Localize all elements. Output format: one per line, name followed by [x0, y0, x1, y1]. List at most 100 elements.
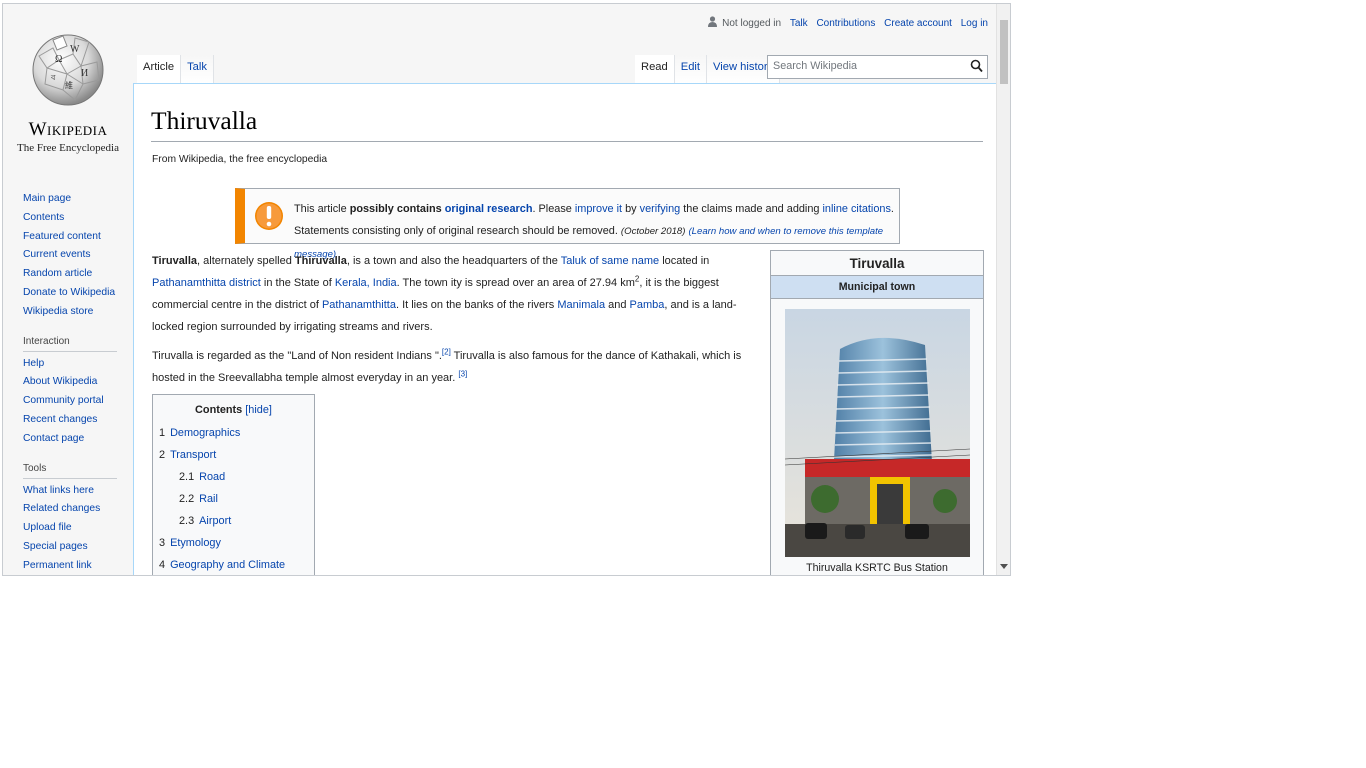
- notice-part: the claims made and adding: [680, 203, 823, 215]
- toc-item-rail[interactable]: 2.2 Rail: [159, 488, 308, 510]
- search-input[interactable]: Search Wikipedia: [767, 55, 988, 79]
- original-research-link[interactable]: original research: [445, 203, 533, 215]
- warning-icon: [255, 202, 283, 230]
- scrollbar-thumb[interactable]: [1000, 20, 1008, 84]
- sidebar-item-special-pages[interactable]: Special pages: [23, 538, 123, 557]
- paragraph-1: Tiruvalla, alternately spelled Thiruvall…: [152, 250, 764, 338]
- toc-number: 1: [159, 427, 166, 439]
- text-run: in the State of: [260, 277, 335, 289]
- personal-tools: Not logged in Talk Contributions Create …: [708, 16, 988, 29]
- toc-label: Geography and Climate: [170, 559, 286, 571]
- original-research-notice: This article possibly contains original …: [235, 188, 900, 260]
- infobox-caption: Thiruvalla KSRTC Bus Station: [806, 562, 948, 574]
- sidebar-heading-tools: Tools: [23, 463, 117, 479]
- puzzle-globe-icon: Ω W И ব 維: [32, 34, 104, 106]
- text-run: . It lies on the banks of the rivers: [395, 299, 558, 311]
- sidebar-item-contents[interactable]: Contents: [23, 209, 123, 228]
- sidebar-item-recent-changes[interactable]: Recent changes: [23, 411, 123, 430]
- sidebar-item-community-portal[interactable]: Community portal: [23, 392, 123, 411]
- pamba-link[interactable]: Pamba: [630, 299, 665, 311]
- search-placeholder: Search Wikipedia: [773, 60, 858, 72]
- bus-station-photo[interactable]: [785, 309, 970, 557]
- pathanamthitta-link[interactable]: Pathanamthitta: [322, 299, 396, 311]
- text-run: , alternately spelled: [197, 255, 295, 267]
- citation-2-link[interactable]: [2]: [442, 347, 451, 356]
- improve-it-link[interactable]: improve it: [575, 203, 622, 215]
- sidebar-item-related-changes[interactable]: Related changes: [23, 500, 123, 519]
- text-run: , is a town and also the headquarters of…: [346, 255, 561, 267]
- contributions-link[interactable]: Contributions: [816, 18, 875, 29]
- notice-bold: possibly contains: [349, 203, 445, 215]
- taluk-link[interactable]: Taluk of same name: [561, 255, 659, 267]
- paragraph-2: Tiruvalla is regarded as the "Land of No…: [152, 345, 764, 389]
- table-of-contents: Contents [hide] 1 Demographics 2 Transport…: [152, 394, 315, 575]
- toc-number: 4: [159, 559, 166, 571]
- toc-label: Transport: [170, 449, 217, 461]
- page-title: Thiruvalla: [151, 106, 983, 142]
- toc-item-geography[interactable]: 4 Geography and Climate: [159, 554, 308, 575]
- toc-number: 3: [159, 537, 166, 549]
- sidebar-item-help[interactable]: Help: [23, 355, 123, 374]
- svg-text:И: И: [81, 68, 88, 79]
- sidebar-item-about[interactable]: About Wikipedia: [23, 373, 123, 392]
- wikipedia-tagline: The Free Encyclopedia: [16, 142, 119, 154]
- tab-talk[interactable]: Talk: [181, 55, 214, 84]
- toc-item-etymology[interactable]: 3 Etymology: [159, 532, 308, 554]
- create-account-link[interactable]: Create account: [884, 18, 952, 29]
- pathanamthitta-district-link[interactable]: Pathanamthitta district: [152, 277, 261, 289]
- vertical-scrollbar[interactable]: [996, 4, 1010, 575]
- article-content: Thiruvalla From Wikipedia, the free ency…: [133, 83, 999, 575]
- toc-item-transport[interactable]: 2 Transport: [159, 444, 308, 466]
- sidebar-item-main-page[interactable]: Main page: [23, 190, 123, 209]
- toc-item-road[interactable]: 2.1 Road: [159, 466, 308, 488]
- toc-number: 2.1: [179, 471, 195, 483]
- sidebar-item-featured-content[interactable]: Featured content: [23, 228, 123, 247]
- toc-heading: Contents: [195, 404, 243, 416]
- svg-text:Ω: Ω: [55, 54, 62, 65]
- text-run: . The town ity is spread over an area of…: [396, 277, 635, 289]
- toc-label: Demographics: [170, 427, 241, 439]
- sidebar-heading-interaction: Interaction: [23, 336, 117, 352]
- wikipedia-wordmark: Wikipedia: [28, 119, 108, 140]
- tab-read[interactable]: Read: [635, 55, 675, 84]
- search-icon[interactable]: [970, 59, 983, 73]
- verifying-link[interactable]: verifying: [640, 203, 681, 215]
- tab-article[interactable]: Article: [137, 55, 182, 84]
- log-in-link[interactable]: Log in: [961, 18, 988, 29]
- tab-edit[interactable]: Edit: [674, 55, 708, 84]
- view-tabs: Read Edit View history: [635, 55, 781, 84]
- sidebar-item-random-article[interactable]: Random article: [23, 265, 123, 284]
- notice-part: This article: [294, 203, 350, 215]
- scroll-down-arrow-icon[interactable]: [1000, 564, 1008, 569]
- namespace-tabs: Article Talk: [137, 55, 214, 84]
- kerala-link[interactable]: Kerala: [335, 277, 367, 289]
- citation-3-link[interactable]: [3]: [458, 369, 467, 378]
- svg-text:維: 維: [65, 80, 73, 90]
- toc-label: Airport: [199, 515, 232, 527]
- bold-term: Thiruvalla: [294, 255, 347, 267]
- notice-part: Statements consisting only of original r…: [294, 225, 621, 237]
- toc-number: 2.3: [179, 515, 195, 527]
- toc-number: 2.2: [179, 493, 195, 505]
- notice-part: . Please: [532, 203, 575, 215]
- india-link[interactable]: India: [373, 277, 397, 289]
- sidebar-item-current-events[interactable]: Current events: [23, 246, 123, 265]
- inline-citations-link[interactable]: inline citations: [823, 203, 891, 215]
- personal-talk-link[interactable]: Talk: [790, 18, 808, 29]
- toc-hide-link[interactable]: [hide]: [245, 404, 272, 416]
- sidebar-item-upload-file[interactable]: Upload file: [23, 519, 123, 538]
- manimala-link[interactable]: Manimala: [557, 299, 605, 311]
- sidebar-item-what-links-here[interactable]: What links here: [23, 482, 123, 501]
- toc-item-demographics[interactable]: 1 Demographics: [159, 422, 308, 444]
- sidebar-item-permanent-link[interactable]: Permanent link: [23, 557, 123, 575]
- infobox: Tiruvalla Municipal town Thiruvalla KSRT…: [770, 250, 984, 575]
- toc-item-airport[interactable]: 2.3 Airport: [159, 510, 308, 532]
- sidebar-item-donate[interactable]: Donate to Wikipedia: [23, 284, 123, 303]
- sidebar: Main page Contents Featured content Curr…: [23, 190, 123, 575]
- user-icon: [708, 16, 718, 27]
- toc-title: Contents [hide]: [159, 404, 308, 416]
- sidebar-item-contact-page[interactable]: Contact page: [23, 430, 123, 449]
- article-body: Tiruvalla, alternately spelled Thiruvall…: [152, 250, 764, 396]
- wikipedia-logo[interactable]: Ω W И ব 維 Wikipedia The Free Encyclopedi…: [3, 4, 133, 164]
- sidebar-item-store[interactable]: Wikipedia store: [23, 303, 123, 322]
